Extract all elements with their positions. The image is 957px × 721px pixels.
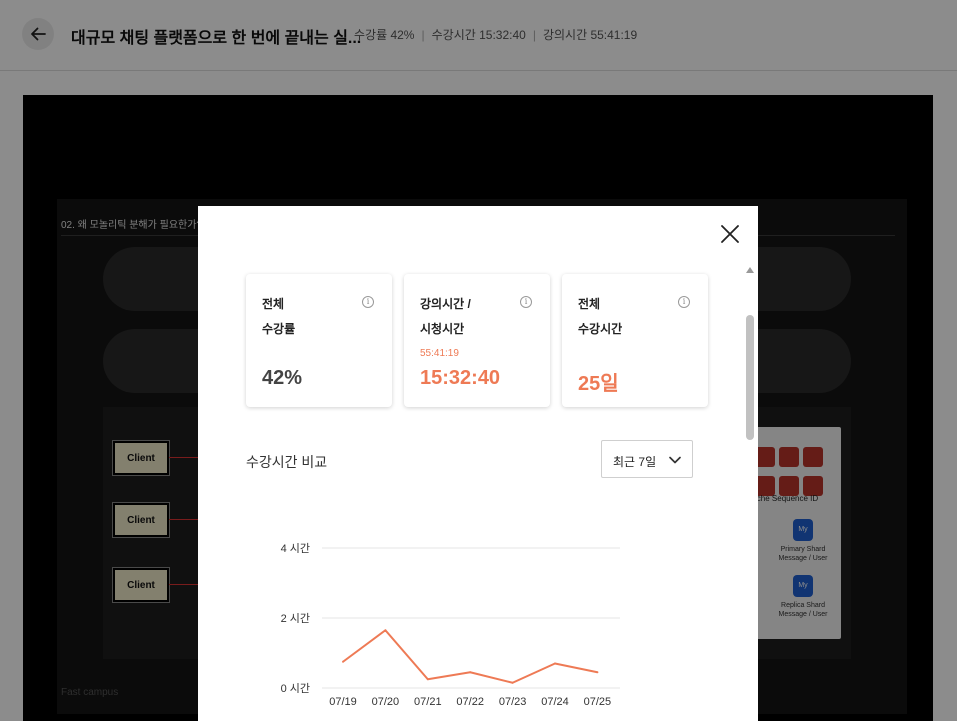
data-point (469, 671, 472, 674)
data-point (384, 629, 387, 632)
x-tick-label: 07/19 (329, 696, 357, 708)
info-icon[interactable]: i (678, 296, 690, 308)
scroll-up-arrow[interactable] (746, 267, 754, 273)
period-select-value: 최근 7일 (613, 455, 657, 469)
chevron-down-icon (669, 456, 681, 464)
y-tick-label: 0 시간 (281, 682, 310, 695)
series-line (342, 629, 598, 684)
stat-card-days: 전체 수강시간 i 25일 (562, 274, 708, 407)
info-icon[interactable]: i (362, 296, 374, 308)
data-point (554, 662, 556, 665)
card-label: 수강률 (262, 322, 296, 336)
data-point (342, 660, 344, 663)
close-icon (721, 225, 739, 243)
data-point (511, 681, 514, 684)
card-label: 전체 (578, 297, 601, 311)
x-tick-label: 07/21 (414, 696, 442, 708)
study-time-chart: 0 시간 2 시간 4 시간 07/19 07/20 07/21 07/22 07/23 07/… (281, 542, 620, 708)
period-select[interactable]: 최근 7일 (601, 440, 693, 478)
card-value: 15:32:40 (420, 367, 501, 389)
x-tick-label: 07/22 (456, 696, 484, 708)
x-tick-label: 07/24 (541, 696, 569, 708)
card-label: 수강시간 (578, 322, 623, 336)
x-tick-label: 07/23 (499, 696, 527, 708)
x-tick-label: 07/20 (372, 696, 400, 708)
card-value: 25일 (578, 373, 619, 395)
card-subvalue: 55:41:19 (420, 348, 459, 359)
card-label: 시청시간 (420, 322, 465, 336)
card-label: 전체 (262, 297, 285, 311)
data-point (426, 678, 429, 681)
scrollbar-thumb[interactable] (746, 315, 754, 440)
stat-card-progress: 전체 수강률 i 42% (246, 274, 392, 407)
data-point (596, 671, 599, 674)
card-value: 42% (262, 367, 303, 389)
y-tick-label: 2 시간 (281, 612, 310, 625)
card-label: 강의시간 / (420, 297, 471, 311)
section-title: 수강시간 비교 (246, 454, 328, 470)
stat-card-time: 강의시간 / 시청시간 i 55:41:19 15:32:40 (404, 274, 550, 407)
info-icon[interactable]: i (520, 296, 532, 308)
close-button[interactable] (718, 222, 742, 246)
study-stats-modal: 전체 수강률 i 42% 강의시간 / 시청시간 i 55:41:19 15:3… (198, 206, 758, 721)
y-tick-label: 4 시간 (281, 542, 310, 555)
x-tick-label: 07/25 (584, 696, 612, 708)
